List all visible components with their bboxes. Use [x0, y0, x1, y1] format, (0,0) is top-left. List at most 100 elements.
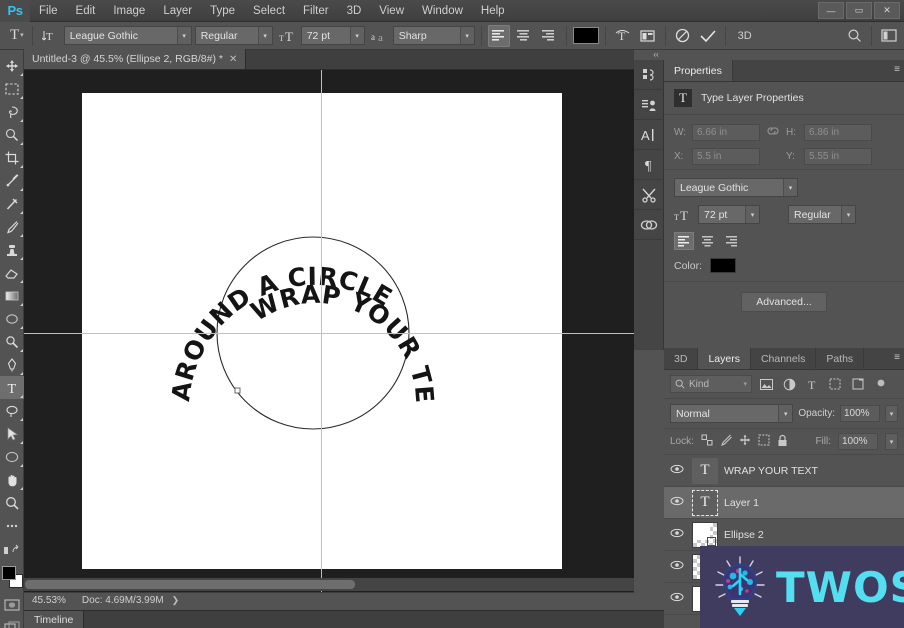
menu-file[interactable]: File — [30, 0, 67, 22]
properties-align-right-button[interactable] — [722, 232, 742, 250]
cancel-icon[interactable] — [672, 25, 694, 47]
filter-smartobject-icon[interactable] — [849, 375, 867, 393]
collapse-dock-icon[interactable]: ‹‹ — [648, 50, 664, 60]
panel-menu-icon[interactable]: ≡ — [894, 353, 900, 363]
layer-visibility-toggle[interactable] — [668, 464, 686, 477]
lock-all-icon[interactable] — [777, 434, 788, 450]
properties-font-size-dropdown[interactable]: 72 pt ▾ — [698, 205, 760, 224]
tab-layers[interactable]: Layers — [698, 348, 751, 369]
warp-text-icon[interactable]: T — [612, 25, 634, 47]
more-tools-button[interactable] — [0, 514, 24, 537]
edit-toolbar-button[interactable] — [0, 537, 24, 560]
paragraph-panel-icon[interactable]: ¶ — [634, 150, 664, 180]
filter-shape-icon[interactable] — [826, 375, 844, 393]
properties-font-style-dropdown[interactable]: Regular ▾ — [788, 205, 856, 224]
font-size-dropdown[interactable]: 72 pt ▾ — [300, 26, 365, 45]
lock-position-icon[interactable] — [739, 434, 751, 449]
filter-toggle-icon[interactable] — [872, 375, 890, 393]
three-d-toggle-button[interactable]: 3D — [732, 25, 758, 47]
actions-panel-icon[interactable] — [634, 90, 664, 120]
character-panel-icon[interactable]: A — [634, 120, 664, 150]
menu-layer[interactable]: Layer — [154, 0, 201, 22]
advanced-button[interactable]: Advanced... — [741, 292, 827, 312]
pen-tool[interactable] — [0, 353, 24, 376]
layer-visibility-toggle[interactable] — [668, 528, 686, 541]
close-button[interactable]: ✕ — [874, 2, 900, 19]
move-tool[interactable] — [0, 54, 24, 77]
opacity-field[interactable]: 100% — [840, 405, 880, 422]
toggle-panels-icon[interactable] — [637, 25, 659, 47]
menu-type[interactable]: Type — [201, 0, 244, 22]
lock-image-pixels-icon[interactable] — [720, 434, 732, 449]
opacity-stepper-icon[interactable]: ▾ — [885, 405, 898, 422]
scrollbar-thumb[interactable] — [25, 580, 355, 589]
font-style-dropdown[interactable]: Regular ▾ — [194, 26, 273, 45]
type-tool[interactable]: T — [0, 376, 24, 399]
horizontal-scrollbar[interactable] — [24, 578, 634, 591]
table-row[interactable]: T Layer 1 — [664, 487, 904, 519]
layer-visibility-toggle[interactable] — [668, 496, 686, 509]
properties-font-family-dropdown[interactable]: League Gothic ▾ — [674, 178, 798, 197]
blend-mode-dropdown[interactable]: Normal ▾ — [670, 404, 794, 423]
fill-field[interactable]: 100% — [838, 433, 878, 450]
eyedropper-tool[interactable] — [0, 169, 24, 192]
text-color-swatch[interactable] — [572, 27, 599, 44]
workspace-switcher-icon[interactable] — [878, 25, 900, 47]
menu-image[interactable]: Image — [104, 0, 154, 22]
filter-pixel-icon[interactable] — [757, 375, 775, 393]
crop-tool[interactable] — [0, 146, 24, 169]
table-row[interactable]: T WRAP YOUR TEXT — [664, 455, 904, 487]
canvas-area[interactable]: AROUND A CIRCLE WRAP YOUR TEXT — [24, 70, 634, 592]
y-field[interactable]: 5.55 in — [804, 148, 872, 165]
zoom-tool[interactable] — [0, 491, 24, 514]
menu-select[interactable]: Select — [244, 0, 294, 22]
commit-icon[interactable] — [697, 25, 719, 47]
layer-name[interactable]: Ellipse 2 — [724, 529, 764, 541]
layer-thumbnail[interactable]: T — [692, 489, 718, 516]
zoom-level[interactable]: 45.53% — [24, 595, 74, 606]
font-family-dropdown[interactable]: League Gothic ▾ — [63, 26, 192, 45]
brush-tool[interactable] — [0, 215, 24, 238]
align-center-button[interactable] — [513, 25, 535, 47]
lock-transparent-pixels-icon[interactable] — [701, 434, 713, 449]
align-left-button[interactable] — [487, 24, 510, 47]
shape-tool[interactable] — [0, 445, 24, 468]
status-expand-icon[interactable]: ❯ — [172, 595, 180, 606]
lock-artboard-nesting-icon[interactable] — [758, 434, 770, 449]
filter-kind-dropdown[interactable]: Kind ▾ — [670, 375, 752, 393]
layer-visibility-toggle[interactable] — [668, 560, 686, 573]
properties-align-center-button[interactable] — [698, 232, 718, 250]
blur-tool[interactable] — [0, 307, 24, 330]
menu-edit[interactable]: Edit — [67, 0, 105, 22]
fill-stepper-icon[interactable]: ▾ — [885, 433, 898, 450]
adjustments-panel-icon[interactable] — [634, 180, 664, 210]
color-swatch[interactable] — [710, 258, 737, 273]
maximize-button[interactable]: ▭ — [846, 2, 872, 19]
eraser-tool[interactable] — [0, 261, 24, 284]
link-icon[interactable] — [760, 126, 786, 139]
menu-filter[interactable]: Filter — [294, 0, 338, 22]
layer-thumbnail[interactable] — [692, 521, 718, 548]
search-icon[interactable] — [843, 25, 865, 47]
tab-properties[interactable]: Properties — [664, 60, 733, 81]
layer-thumbnail[interactable]: T — [692, 457, 718, 484]
minimize-button[interactable]: — — [818, 2, 844, 19]
gradient-tool[interactable] — [0, 284, 24, 307]
menu-window[interactable]: Window — [413, 0, 472, 22]
path-selection-tool[interactable] — [0, 399, 24, 422]
foreground-background-colors[interactable] — [0, 563, 24, 593]
x-field[interactable]: 5.5 in — [692, 148, 760, 165]
clone-stamp-tool[interactable] — [0, 238, 24, 261]
hand-tool[interactable] — [0, 468, 24, 491]
layer-name[interactable]: Layer 1 — [724, 497, 759, 509]
menu-help[interactable]: Help — [472, 0, 514, 22]
menu-view[interactable]: View — [370, 0, 413, 22]
healing-brush-tool[interactable] — [0, 192, 24, 215]
align-right-button[interactable] — [538, 25, 560, 47]
filter-adjustment-icon[interactable] — [780, 375, 798, 393]
layer-name[interactable]: WRAP YOUR TEXT — [724, 465, 818, 477]
quick-selection-tool[interactable] — [0, 123, 24, 146]
screen-mode-button[interactable] — [0, 616, 24, 628]
anti-alias-dropdown[interactable]: Sharp ▾ — [392, 26, 475, 45]
dodge-tool[interactable] — [0, 330, 24, 353]
